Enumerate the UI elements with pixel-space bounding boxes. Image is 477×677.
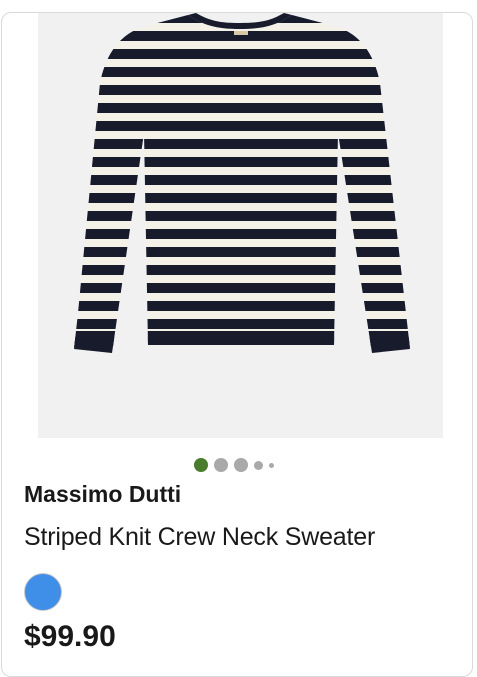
product-card[interactable]: Massimo Dutti Striped Knit Crew Neck Swe… <box>1 12 473 677</box>
carousel-dot[interactable] <box>234 458 248 472</box>
carousel-dot[interactable] <box>254 460 263 470</box>
carousel-dot[interactable] <box>269 462 274 468</box>
striped-sweater-image <box>38 13 443 438</box>
image-carousel-dots[interactable] <box>194 457 274 473</box>
product-price: $99.90 <box>24 620 116 653</box>
product-image[interactable] <box>38 13 443 438</box>
product-title[interactable]: Striped Knit Crew Neck Sweater <box>24 523 375 552</box>
carousel-dot[interactable] <box>214 458 228 472</box>
product-brand: Massimo Dutti <box>24 481 182 507</box>
carousel-dot-active[interactable] <box>194 458 208 472</box>
color-swatch[interactable] <box>24 573 62 611</box>
